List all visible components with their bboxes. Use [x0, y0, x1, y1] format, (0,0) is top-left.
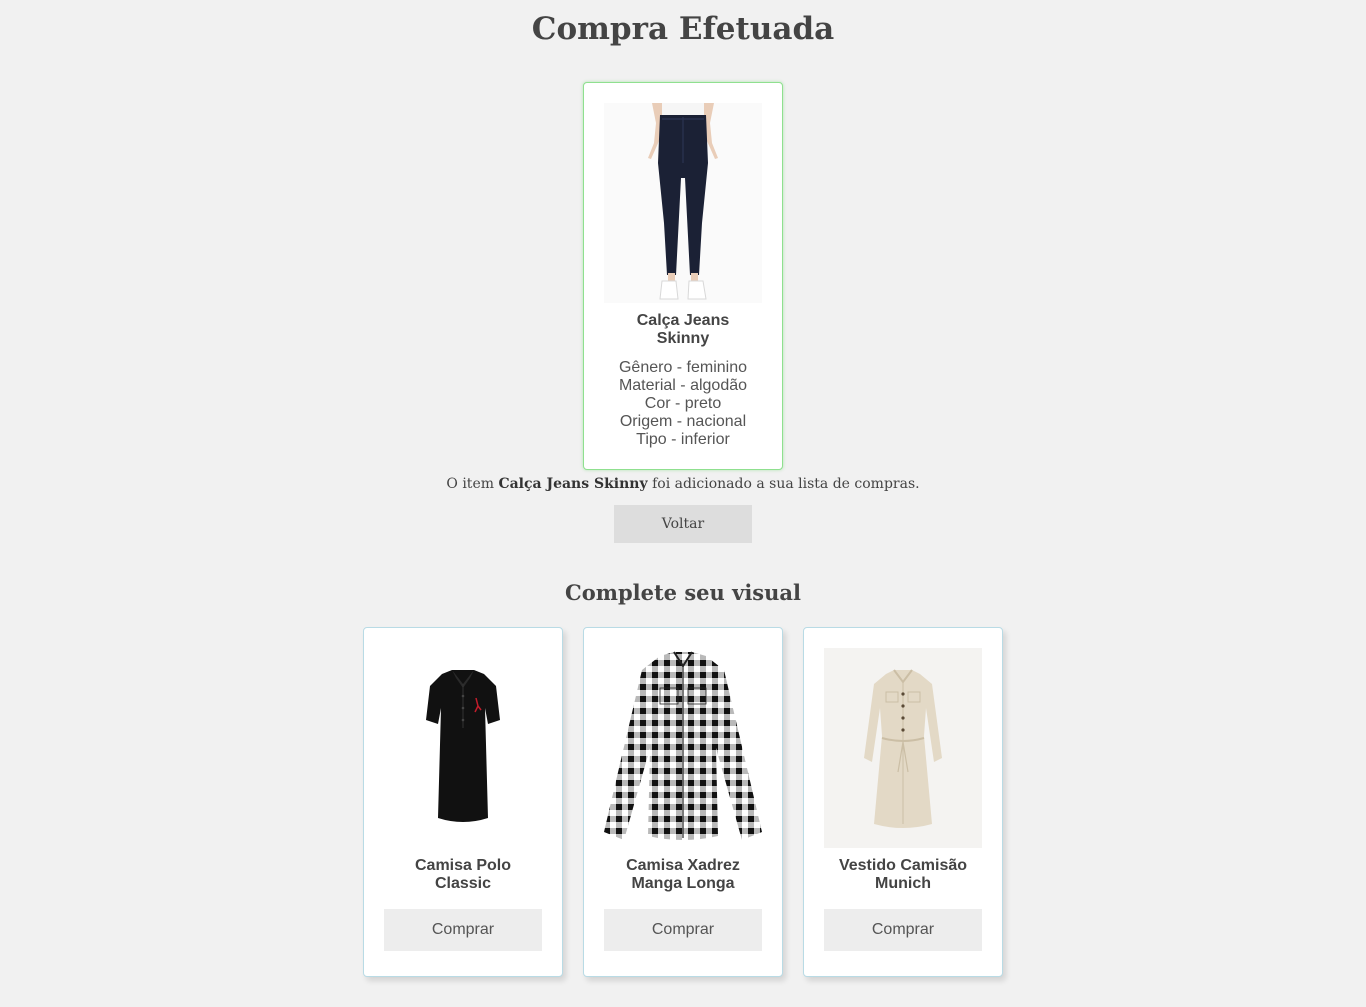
confirmation-item: Calça Jeans Skinny	[498, 476, 648, 492]
spec-type: Tipo - inferior	[636, 431, 730, 448]
spec-origin: Origem - nacional	[619, 413, 747, 430]
product-image-plaid-shirt	[604, 648, 762, 848]
product-image-polo	[384, 648, 542, 848]
spec-color: Cor - preto	[644, 395, 722, 412]
recommendation-card: Camisa Polo Classic Comprar	[363, 627, 563, 977]
confirmation-message: O item Calça Jeans Skinny foi adicionado…	[0, 475, 1366, 493]
product-image-jeans	[604, 103, 762, 303]
confirmation-suffix: foi adicionado a sua lista de compras.	[652, 476, 920, 492]
product-name: Calça Jeans Skinny	[636, 312, 730, 347]
purchased-product-card: Calça Jeans Skinny Gênero - feminino Mat…	[583, 82, 783, 470]
back-button[interactable]: Voltar	[614, 505, 752, 543]
product-image-shirt-dress	[824, 648, 982, 848]
confirmation-prefix: O item	[446, 476, 494, 492]
spec-material: Material - algodão	[618, 377, 748, 394]
recommendation-card: Camisa Xadrez Manga Longa Comprar	[583, 627, 783, 977]
page-title: Compra Efetuada	[531, 11, 835, 47]
spec-gender: Gênero - feminino	[618, 359, 748, 376]
product-name: Camisa Polo Classic	[414, 857, 512, 892]
product-specs: Gênero - feminino Material - algodão Cor…	[584, 359, 782, 449]
buy-button[interactable]: Comprar	[824, 909, 982, 951]
product-name: Vestido Camisão Munich	[838, 857, 968, 892]
buy-button[interactable]: Comprar	[604, 909, 762, 951]
recommendations-title: Complete seu visual	[565, 580, 801, 605]
buy-button[interactable]: Comprar	[384, 909, 542, 951]
recommendation-card: Vestido Camisão Munich Comprar	[803, 627, 1003, 977]
product-name: Camisa Xadrez Manga Longa	[626, 857, 740, 892]
